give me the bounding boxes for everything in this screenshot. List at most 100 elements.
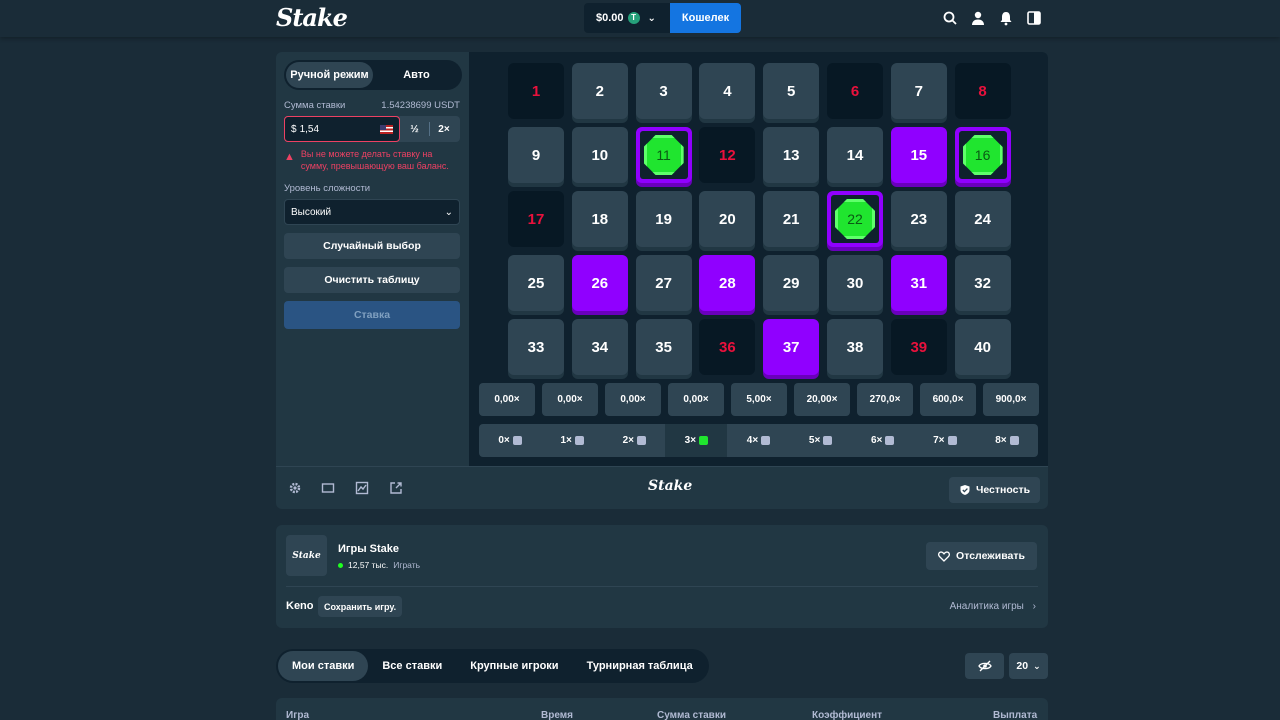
user-icon[interactable] (970, 10, 986, 26)
tile-number: 7 (914, 82, 923, 100)
keno-tile[interactable]: 18 (571, 191, 628, 247)
difficulty-label: Уровень сложности (284, 183, 371, 195)
keno-tile[interactable]: 37 (763, 319, 820, 375)
keno-tile[interactable]: 39 (890, 319, 947, 375)
difficulty-select[interactable]: Высокий ⌄ (284, 199, 460, 226)
keno-tile[interactable]: 17 (508, 191, 564, 247)
game-analytics-link[interactable]: Аналитика игры › (950, 601, 1036, 612)
save-game-button[interactable]: Сохранить игру. (318, 596, 403, 617)
keno-tile[interactable]: 24 (954, 191, 1011, 247)
sidebar-toggle-icon[interactable] (1026, 10, 1042, 26)
keno-tile[interactable]: 31 (890, 255, 947, 311)
game-footer: Stake Честность (276, 466, 1048, 509)
place-bet-button[interactable]: Ставка (284, 301, 460, 330)
random-pick-button[interactable]: Случайный выбор (284, 233, 460, 260)
tile-number: 22 (847, 211, 863, 227)
notifications-icon[interactable] (998, 10, 1014, 26)
provider-title[interactable]: Игры Stake (338, 543, 399, 555)
wallet-button[interactable]: Кошелек (670, 3, 741, 33)
tab-auto[interactable]: Авто (373, 62, 460, 88)
keno-tile[interactable]: 4 (699, 63, 756, 119)
tab-high-rollers[interactable]: Крупные игроки (456, 651, 572, 681)
gem-square-icon (574, 436, 584, 445)
keno-tile[interactable]: 13 (763, 127, 820, 183)
gem-square-icon (636, 436, 646, 445)
col-time: Время (541, 710, 573, 720)
keno-tile[interactable]: 15 (890, 127, 947, 183)
hit-count: 4× (727, 424, 789, 457)
tile-number: 4 (723, 82, 732, 100)
theatre-mode-icon[interactable] (321, 481, 335, 495)
bet-amount-input[interactable]: $ 1,54 (284, 116, 400, 142)
balance-selector[interactable]: $0.00 T ⌄ (584, 3, 670, 33)
keno-tile[interactable]: 5 (763, 63, 820, 119)
tile-number: 10 (591, 146, 609, 164)
keno-tile[interactable]: 28 (699, 255, 756, 311)
keno-tile[interactable]: 19 (635, 191, 692, 247)
popout-icon[interactable] (389, 481, 403, 495)
payout-multiplier: 900,0× (983, 383, 1039, 416)
keno-tile[interactable]: 29 (763, 255, 820, 311)
keno-tile[interactable]: 26 (571, 255, 628, 311)
clear-table-button[interactable]: Очистить таблицу (284, 267, 460, 294)
keno-tile[interactable]: 27 (635, 255, 692, 311)
search-icon[interactable] (942, 10, 958, 26)
keno-tile[interactable]: 22 (827, 191, 883, 247)
tab-leaderboard[interactable]: Турнирная таблица (573, 651, 707, 681)
keno-tile[interactable]: 34 (571, 319, 628, 375)
game-info-card: Stake Игры Stake 12,57 тыс. Играть Отсле… (276, 525, 1048, 628)
keno-tile[interactable]: 21 (763, 191, 820, 247)
half-bet-button[interactable]: ½ (400, 116, 429, 142)
hit-count-label: 8× (995, 435, 1007, 446)
hits-bar: 0× 1× 2× 3× 4× 5× 6× 7× 8× (479, 424, 1038, 457)
players-suffix: Играть (393, 560, 421, 570)
settings-icon[interactable] (288, 481, 302, 495)
warning-icon: ▲ (284, 151, 295, 163)
keno-tile[interactable]: 23 (890, 191, 947, 247)
stake-logo[interactable]: Stake (276, 3, 348, 32)
tab-my-bets[interactable]: Мои ставки (278, 651, 369, 681)
keno-tile[interactable]: 2 (571, 63, 628, 119)
keno-tile[interactable]: 9 (508, 127, 564, 183)
keno-tile[interactable]: 10 (571, 127, 628, 183)
tab-all-bets[interactable]: Все ставки (368, 651, 456, 681)
payout-multiplier: 0,00× (605, 383, 661, 416)
double-bet-button[interactable]: 2× (429, 122, 458, 136)
game-provider-thumbnail[interactable]: Stake (286, 535, 327, 576)
keno-tile[interactable]: 11 (635, 127, 692, 183)
follow-button[interactable]: Отслеживать (926, 542, 1037, 570)
keno-tile[interactable]: 14 (827, 127, 883, 183)
gem-square-icon (761, 436, 771, 445)
keno-tile[interactable]: 8 (954, 63, 1011, 119)
keno-tile[interactable]: 38 (827, 319, 883, 375)
keno-tile[interactable]: 3 (635, 63, 692, 119)
keno-tile[interactable]: 7 (890, 63, 947, 119)
top-bar: Stake $0.00 T ⌄ Кошелек (0, 0, 1280, 37)
keno-tile[interactable]: 25 (508, 255, 564, 311)
stats-icon[interactable] (355, 481, 369, 495)
hit-tile-inner: 11 (639, 131, 688, 179)
keno-tile[interactable]: 30 (827, 255, 883, 311)
keno-tile[interactable]: 6 (827, 63, 883, 119)
difficulty-value: Высокий (291, 206, 332, 218)
keno-tile[interactable]: 36 (699, 319, 756, 375)
tab-manual[interactable]: Ручной режим (286, 62, 373, 88)
keno-tile[interactable]: 33 (508, 319, 564, 375)
tile-number: 24 (974, 210, 991, 228)
keno-tile[interactable]: 12 (699, 127, 756, 183)
payout-multiplier: 5,00× (731, 383, 787, 416)
keno-tile[interactable]: 32 (954, 255, 1011, 311)
hide-stats-button[interactable] (965, 653, 1004, 679)
col-payout: Выплата (993, 710, 1038, 720)
keno-tile[interactable]: 16 (954, 127, 1011, 183)
tile-number: 32 (974, 274, 991, 292)
bet-amount-label-row: Сумма ставки 1.54238699 USDT (284, 100, 460, 111)
tile-number: 1 (531, 82, 541, 100)
keno-tile[interactable]: 1 (508, 63, 564, 119)
tile-number: 18 (591, 210, 609, 228)
keno-tile[interactable]: 40 (954, 319, 1011, 375)
keno-tile[interactable]: 35 (635, 319, 692, 375)
bets-count-select[interactable]: 20 ⌄ (1009, 653, 1048, 679)
fairness-button[interactable]: Честность (949, 477, 1040, 503)
keno-tile[interactable]: 20 (699, 191, 756, 247)
